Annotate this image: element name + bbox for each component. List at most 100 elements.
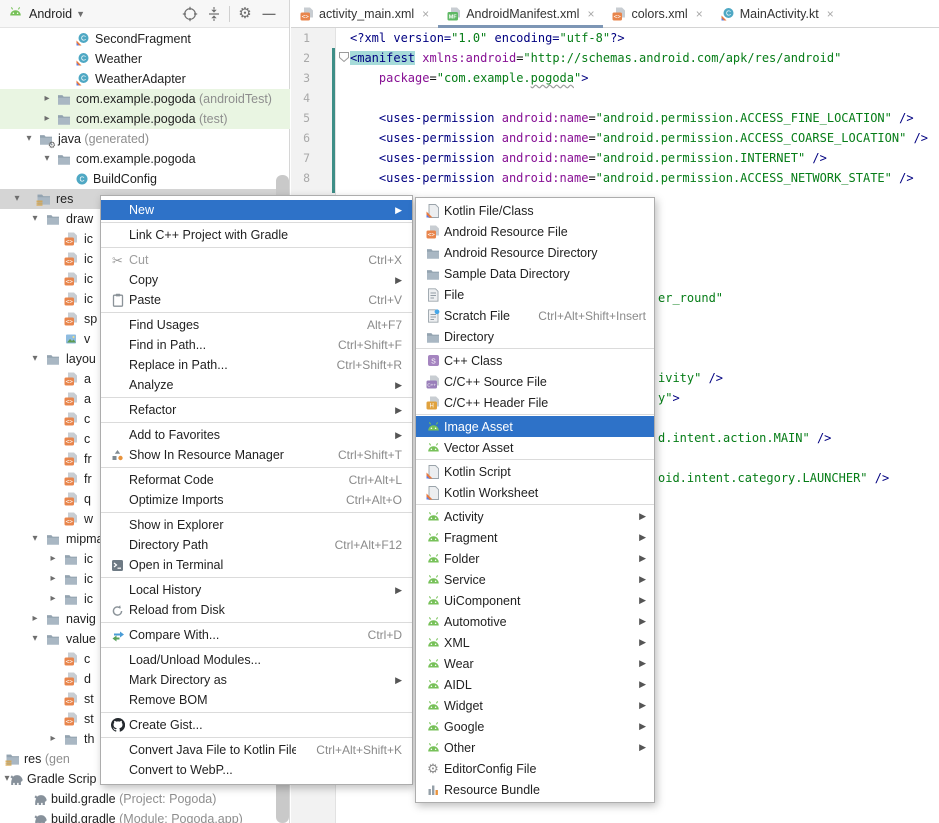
close-icon[interactable]: × (422, 7, 429, 21)
menu-item-android-resource-directory[interactable]: Android Resource Directory (416, 242, 654, 263)
menu-item-xml[interactable]: XML▶ (416, 632, 654, 653)
menu-item-replace-in-path[interactable]: Replace in Path...Ctrl+Shift+R (101, 355, 412, 375)
menu-item-find-in-path[interactable]: Find in Path...Ctrl+Shift+F (101, 335, 412, 355)
menu-item-reformat-code[interactable]: Reformat CodeCtrl+Alt+L (101, 470, 412, 490)
close-icon[interactable]: × (827, 7, 834, 21)
hide-button[interactable]: — (257, 3, 281, 25)
menu-item-load-unload-modules[interactable]: Load/Unload Modules... (101, 650, 412, 670)
menu-item-local-history[interactable]: Local History▶ (101, 580, 412, 600)
tree-item-com-example-pogoda-test[interactable]: ▸com.example.pogoda (test) (0, 109, 290, 129)
menu-item-directory[interactable]: Directory (416, 326, 654, 347)
menu-item-new[interactable]: New▶ (101, 200, 412, 220)
settings-button[interactable]: ⚙ (233, 3, 257, 25)
menu-item-c-c-source-file[interactable]: C++C/C++ Source File (416, 371, 654, 392)
menu-item-other[interactable]: Other▶ (416, 737, 654, 758)
settings-icon: ⚙ (238, 6, 251, 21)
menu-item-cut[interactable]: ✂CutCtrl+X (101, 250, 412, 270)
menu-item-wear[interactable]: Wear▶ (416, 653, 654, 674)
menu-item-show-in-explorer[interactable]: Show in Explorer (101, 515, 412, 535)
android-icon (426, 531, 441, 545)
menu-item-mark-directory-as[interactable]: Mark Directory as▶ (101, 670, 412, 690)
menu-item-open-in-terminal[interactable]: Open in Terminal (101, 555, 412, 575)
chevron-down-icon[interactable]: ▾ (28, 349, 42, 369)
chevron-right-icon[interactable]: ▸ (40, 109, 54, 129)
menu-item-analyze[interactable]: Analyze▶ (101, 375, 412, 395)
menu-item-find-usages[interactable]: Find UsagesAlt+F7 (101, 315, 412, 335)
close-icon[interactable]: × (587, 7, 594, 21)
menu-item-aidl[interactable]: AIDL▶ (416, 674, 654, 695)
menu-item-fragment[interactable]: Fragment▶ (416, 527, 654, 548)
menu-item-image-asset[interactable]: Image Asset (416, 416, 654, 437)
menu-item-scratch-file[interactable]: Scratch FileCtrl+Alt+Shift+Insert (416, 305, 654, 326)
project-view-selector[interactable]: Android (29, 7, 72, 21)
close-icon[interactable]: × (696, 7, 703, 21)
menu-item-file[interactable]: File (416, 284, 654, 305)
fold-region-icon[interactable] (338, 51, 350, 63)
tree-item-qualifier: (androidTest) (196, 92, 272, 106)
chevron-right-icon[interactable]: ▸ (46, 569, 60, 589)
menu-item-copy[interactable]: Copy▶ (101, 270, 412, 290)
tree-item-build-gradle-project-pogoda[interactable]: build.gradle (Project: Pogoda) (0, 789, 290, 809)
chevron-down-icon[interactable]: ▼ (76, 9, 85, 19)
menu-item-directory-path[interactable]: Directory PathCtrl+Alt+F12 (101, 535, 412, 555)
tab-mainactivity-kt[interactable]: CMainActivity.kt× (712, 0, 843, 27)
tab-colors-xml[interactable]: <>colors.xml× (603, 0, 711, 27)
menu-item-kotlin-file-class[interactable]: Kotlin File/Class (416, 200, 654, 221)
menu-item-editorconfig-file[interactable]: ⚙EditorConfig File (416, 758, 654, 779)
tab-activity-main-xml[interactable]: <>activity_main.xml× (291, 0, 438, 27)
submenu-arrow-icon: ▶ (392, 275, 402, 286)
tree-item-com-example-pogoda[interactable]: ▾com.example.pogoda (0, 149, 290, 169)
chevron-down-icon[interactable]: ▾ (28, 529, 42, 549)
menu-item-show-in-resource-manager[interactable]: Show In Resource ManagerCtrl+Shift+T (101, 445, 412, 465)
chevron-right-icon[interactable]: ▸ (28, 609, 42, 629)
menu-item-vector-asset[interactable]: Vector Asset (416, 437, 654, 458)
menu-item-link-c-project-with-gradle[interactable]: Link C++ Project with Gradle (101, 225, 412, 245)
chevron-down-icon[interactable]: ▾ (28, 209, 42, 229)
tree-item-com-example-pogoda-androidtest[interactable]: ▸com.example.pogoda (androidTest) (0, 89, 290, 109)
menu-item-kotlin-script[interactable]: Kotlin Script (416, 461, 654, 482)
menu-item-automotive[interactable]: Automotive▶ (416, 611, 654, 632)
menu-item-shortcut: Ctrl+Alt+Shift+Insert (538, 309, 646, 323)
tree-item-label: BuildConfig (93, 169, 157, 189)
menu-item-c-c-header-file[interactable]: HC/C++ Header File (416, 392, 654, 413)
locate-button[interactable] (178, 3, 202, 25)
menu-item-add-to-favorites[interactable]: Add to Favorites▶ (101, 425, 412, 445)
tree-item-java-generated[interactable]: ▾⚙java (generated) (0, 129, 290, 149)
menu-item-google[interactable]: Google▶ (416, 716, 654, 737)
chevron-right-icon[interactable]: ▸ (46, 729, 60, 749)
menu-item-reload-from-disk[interactable]: Reload from Disk (101, 600, 412, 620)
menu-item-kotlin-worksheet[interactable]: Kotlin Worksheet (416, 482, 654, 503)
menu-item-create-gist[interactable]: Create Gist... (101, 715, 412, 735)
chevron-right-icon[interactable]: ▸ (40, 89, 54, 109)
menu-item-optimize-imports[interactable]: Optimize ImportsCtrl+Alt+O (101, 490, 412, 510)
menu-item-service[interactable]: Service▶ (416, 569, 654, 590)
collapse-all-button[interactable] (202, 3, 226, 25)
tree-item-label: a (84, 389, 91, 409)
menu-item-activity[interactable]: Activity▶ (416, 506, 654, 527)
tree-item-build-gradle-module-pogoda-app[interactable]: build.gradle (Module: Pogoda.app) (0, 809, 290, 823)
tree-item-secondfragment[interactable]: CSecondFragment (0, 29, 290, 49)
menu-item-sample-data-directory[interactable]: Sample Data Directory (416, 263, 654, 284)
menu-item-refactor[interactable]: Refactor▶ (101, 400, 412, 420)
menu-item-folder[interactable]: Folder▶ (416, 548, 654, 569)
menu-item-widget[interactable]: Widget▶ (416, 695, 654, 716)
menu-item-paste[interactable]: PasteCtrl+V (101, 290, 412, 310)
chevron-down-icon[interactable]: ▾ (22, 129, 36, 149)
tab-androidmanifest-xml[interactable]: MFAndroidManifest.xml× (438, 0, 603, 27)
tree-item-weather[interactable]: CWeather (0, 49, 290, 69)
menu-item-c-class[interactable]: SC++ Class (416, 350, 654, 371)
menu-item-compare-with[interactable]: Compare With...Ctrl+D (101, 625, 412, 645)
menu-item-uicomponent[interactable]: UiComponent▶ (416, 590, 654, 611)
chevron-down-icon[interactable]: ▾ (40, 149, 54, 169)
menu-item-android-resource-file[interactable]: <>Android Resource File (416, 221, 654, 242)
tree-item-buildconfig[interactable]: CBuildConfig (0, 169, 290, 189)
menu-item-remove-bom[interactable]: Remove BOM (101, 690, 412, 710)
menu-item-resource-bundle[interactable]: Resource Bundle (416, 779, 654, 800)
menu-item-convert-to-webp[interactable]: Convert to WebP... (101, 760, 412, 780)
chevron-down-icon[interactable]: ▾ (28, 629, 42, 649)
chevron-right-icon[interactable]: ▸ (46, 549, 60, 569)
menu-item-convert-java-file-to-kotlin-file[interactable]: Convert Java File to Kotlin FileCtrl+Alt… (101, 740, 412, 760)
chevron-right-icon[interactable]: ▸ (46, 589, 60, 609)
tree-item-weatheradapter[interactable]: CWeatherAdapter (0, 69, 290, 89)
chevron-down-icon[interactable]: ▾ (10, 189, 24, 209)
